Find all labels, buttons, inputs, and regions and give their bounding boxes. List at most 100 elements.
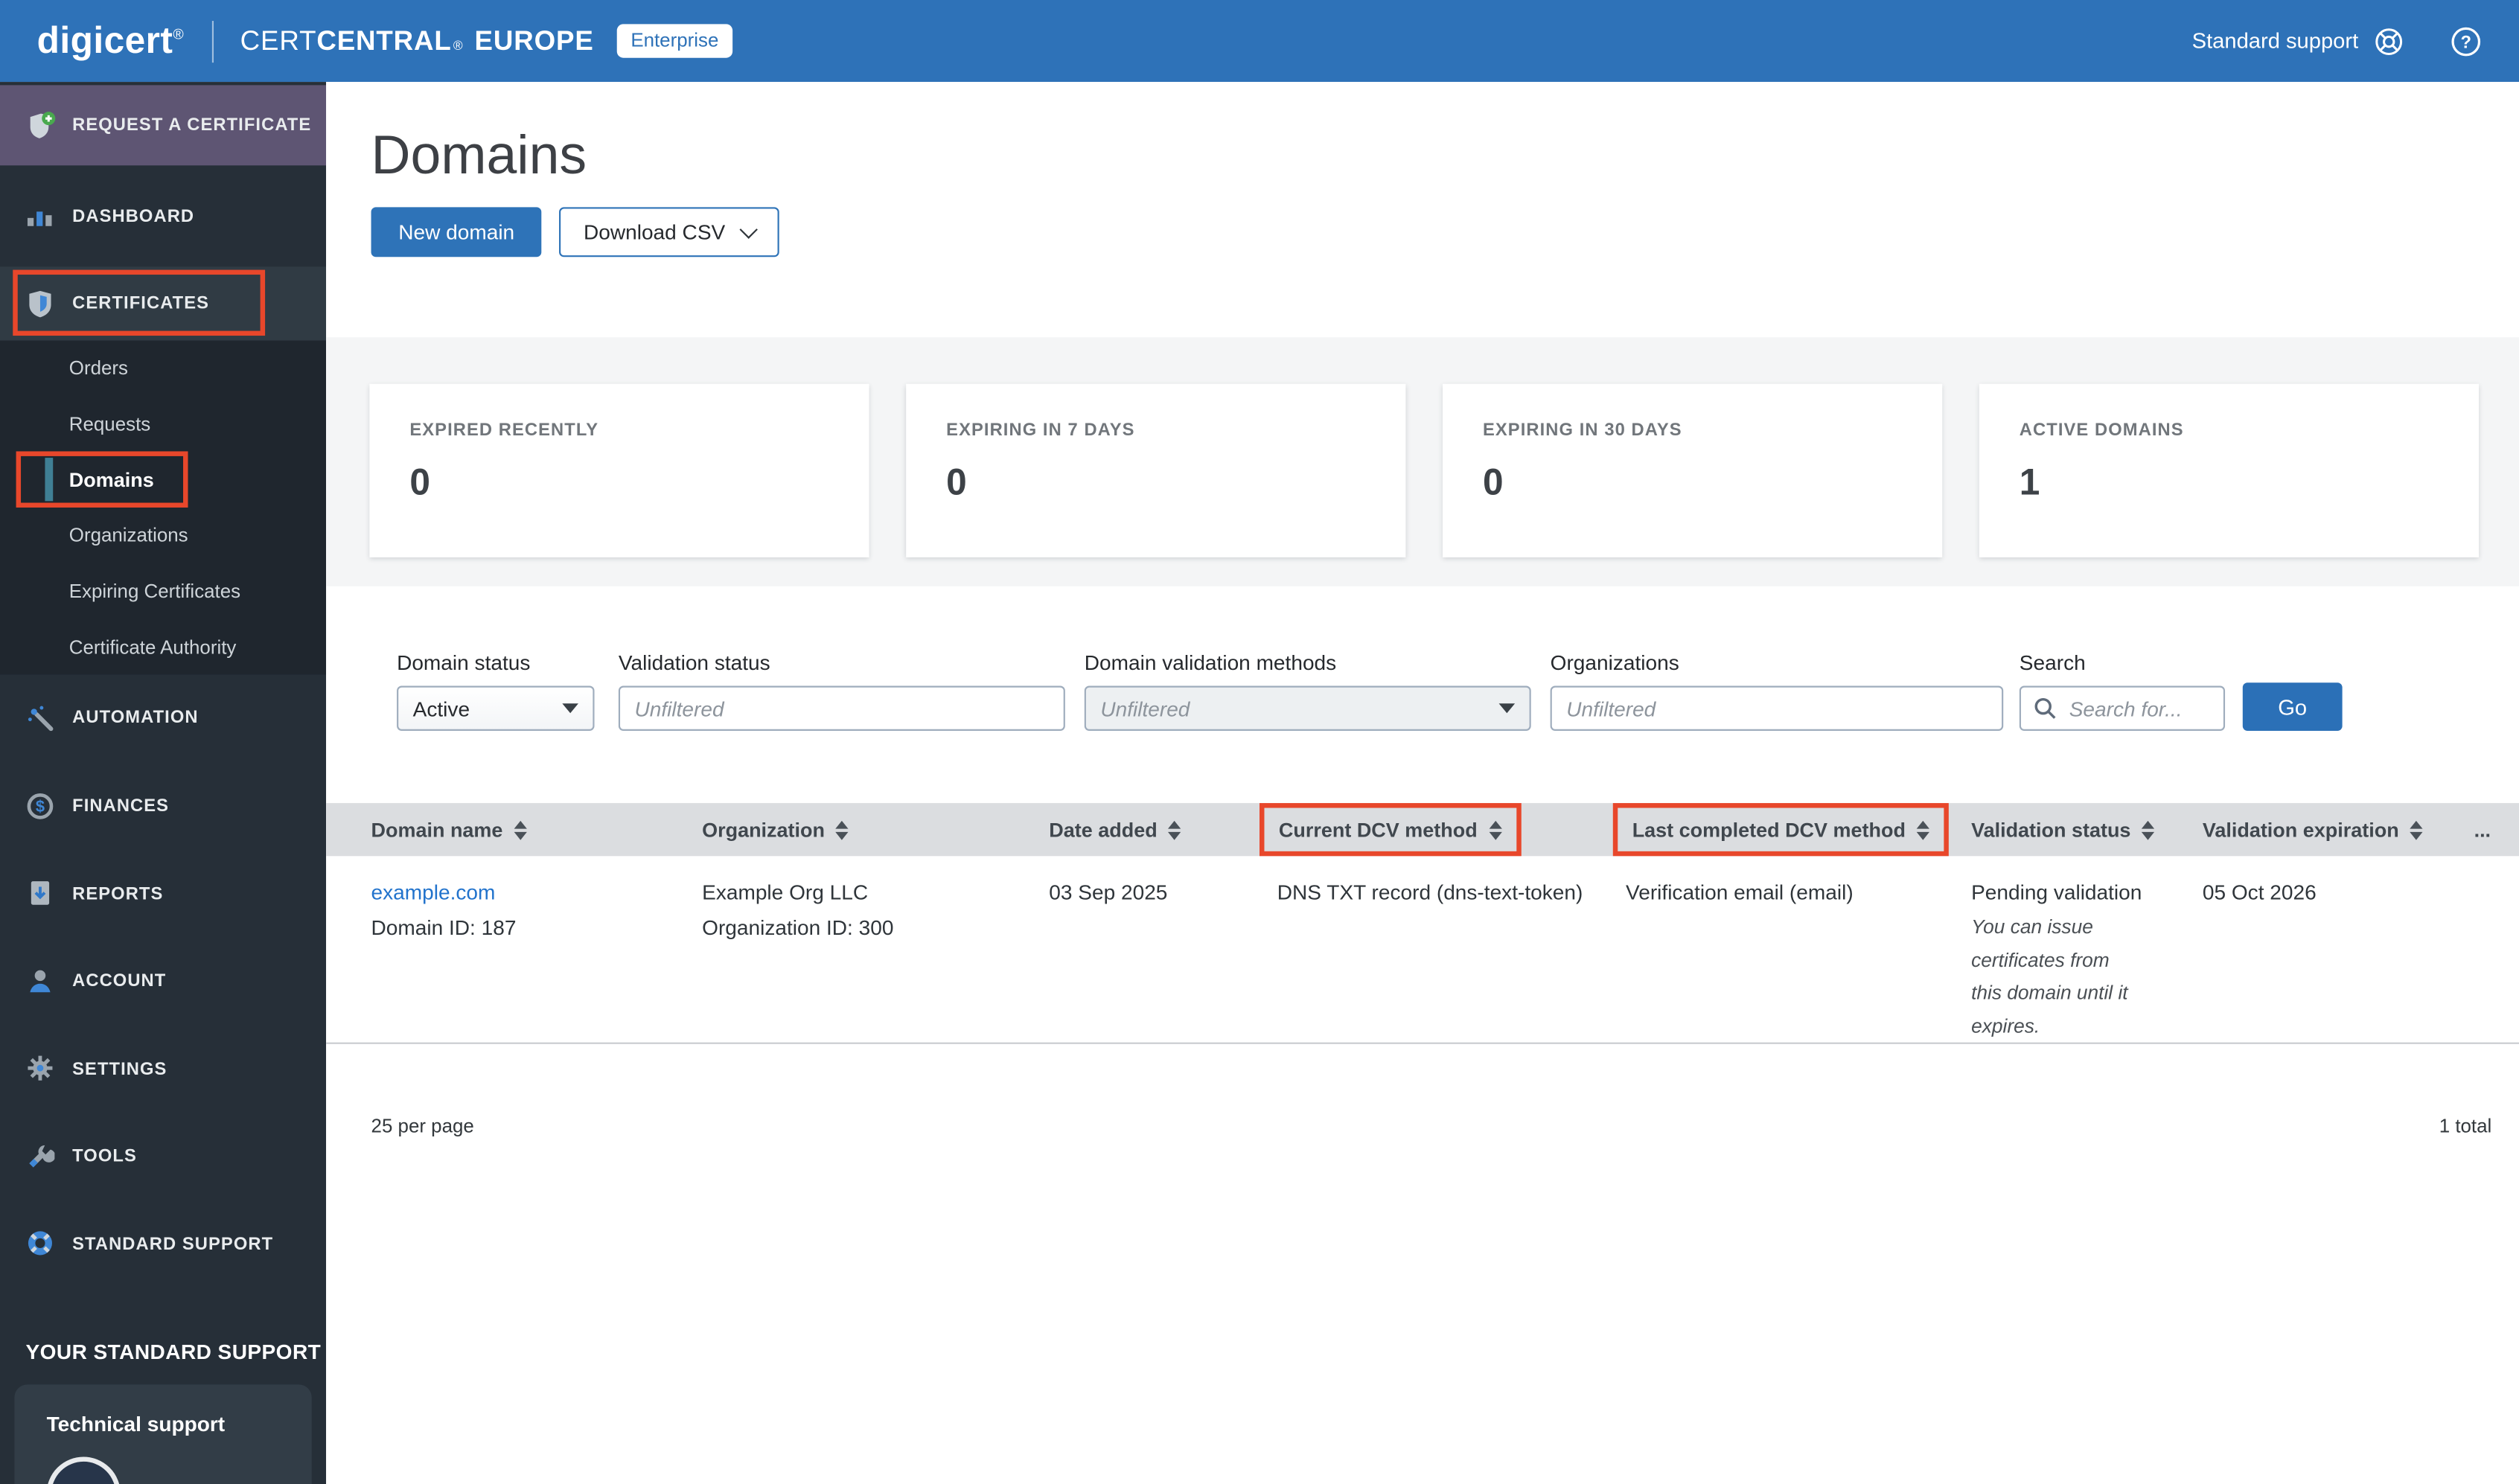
automation-icon	[26, 703, 57, 734]
per-page-control[interactable]: 25 per page	[371, 1115, 474, 1137]
col-organization[interactable]: Organization	[702, 803, 1049, 856]
cell-row-actions	[2474, 877, 2519, 1042]
domain-link[interactable]: example.com	[371, 880, 496, 904]
page-title: Domains	[371, 125, 587, 187]
validation-status-label: Validation status	[618, 650, 770, 675]
col-domain-name[interactable]: Domain name	[371, 803, 703, 856]
finances-label: FINANCES	[72, 796, 170, 816]
sidebar-item-organizations[interactable]: Organizations	[0, 508, 326, 563]
technical-support-card[interactable]: Technical support	[14, 1384, 312, 1484]
stat-card-active-domains: ACTIVE DOMAINS 1	[1979, 383, 2480, 557]
stats-band: EXPIRED RECENTLY 0 EXPIRING IN 7 DAYS 0 …	[326, 337, 2519, 586]
domain-status-select[interactable]: Active	[397, 685, 595, 731]
sort-icon[interactable]	[2142, 819, 2155, 839]
domain-status-value: Active	[412, 696, 470, 720]
sort-icon[interactable]	[836, 819, 849, 839]
sidebar-item-certificates[interactable]: CERTIFICATES	[0, 266, 327, 341]
download-csv-button[interactable]: Download CSV	[559, 207, 780, 258]
sidebar-item-automation[interactable]: AUTOMATION	[0, 675, 326, 763]
svg-text:$: $	[36, 796, 45, 815]
support-section-heading: YOUR STANDARD SUPPORT	[25, 1340, 322, 1364]
sidebar-item-expiring-certificates[interactable]: Expiring Certificates	[0, 563, 326, 619]
requests-label: Requests	[68, 412, 151, 435]
sidebar-item-certificate-authority[interactable]: Certificate Authority	[0, 619, 326, 675]
validation-expiration-value: 05 Oct 2026	[2202, 880, 2317, 905]
validation-status-value: Pending validation	[1971, 880, 2142, 905]
expiring-certificates-label: Expiring Certificates	[68, 580, 241, 603]
col-validation-expiration[interactable]: Validation expiration	[2203, 803, 2474, 856]
sort-icon[interactable]	[1168, 819, 1182, 839]
col-current-dcv-method[interactable]: Current DCV method	[1259, 803, 1626, 857]
dv-methods-select[interactable]: Unfiltered	[1084, 685, 1531, 731]
life-buoy-icon[interactable]	[2373, 25, 2405, 57]
cell-validation-expiration: 05 Oct 2026	[2203, 877, 2474, 1042]
col-label: Current DCV method	[1278, 818, 1478, 841]
request-certificate-label: REQUEST A CERTIFICATE	[72, 115, 312, 135]
reports-label: REPORTS	[72, 884, 164, 904]
reports-icon	[26, 879, 57, 909]
col-label: Last completed DCV method	[1632, 818, 1906, 841]
go-button[interactable]: Go	[2242, 682, 2343, 731]
col-label: Validation expiration	[2202, 818, 2399, 841]
standard-support-nav-label: STANDARD SUPPORT	[72, 1235, 274, 1255]
logo-text: digicert	[36, 19, 173, 62]
col-validation-status[interactable]: Validation status	[1971, 803, 2203, 856]
request-certificate-button[interactable]: REQUEST A CERTIFICATE	[0, 85, 327, 166]
col-date-added[interactable]: Date added	[1049, 803, 1277, 856]
filter-domain-status: Domain status Active	[397, 650, 595, 731]
header-divider	[211, 19, 213, 63]
col-label: Domain name	[371, 818, 503, 841]
digicert-logo[interactable]: digicert®	[37, 19, 185, 63]
sidebar-item-orders[interactable]: Orders	[0, 341, 326, 397]
sidebar-item-dashboard[interactable]: DASHBOARD	[0, 165, 326, 266]
last-dcv-value: Verification email (email)	[1626, 880, 1854, 905]
sidebar-item-account[interactable]: ACCOUNT	[0, 938, 326, 1026]
shield-plus-icon	[26, 110, 57, 141]
filter-search: Search	[2019, 650, 2226, 731]
cell-domain: example.com Domain ID: 187	[371, 877, 703, 1042]
organization-name: Example Org LLC	[702, 880, 869, 905]
col-label: Date added	[1049, 818, 1158, 841]
sidebar-item-standard-support[interactable]: STANDARD SUPPORT	[0, 1201, 326, 1289]
sort-icon[interactable]	[514, 819, 527, 839]
top-bar: digicert® CERT CENTRAL ® EUROPE Enterprise …	[0, 0, 2519, 83]
total-count: 1 total	[2439, 1114, 2492, 1137]
stat-label: EXPIRING IN 30 DAYS	[1482, 420, 1682, 441]
stat-card-expired-recently: EXPIRED RECENTLY 0	[369, 383, 869, 557]
dashboard-icon	[26, 201, 57, 231]
sort-icon[interactable]	[1488, 819, 1502, 839]
dv-methods-value: Unfiltered	[1100, 696, 1190, 720]
technical-support-title: Technical support	[46, 1412, 226, 1437]
chevron-down-icon	[740, 220, 759, 239]
sidebar-item-tools[interactable]: TOOLS	[0, 1113, 326, 1201]
sidebar-item-requests[interactable]: Requests	[0, 396, 326, 452]
brand-reg: ®	[453, 37, 464, 53]
new-domain-button[interactable]: New domain	[371, 207, 542, 258]
sidebar-item-domains[interactable]: Domains	[0, 452, 326, 508]
action-buttons: New domain Download CSV	[371, 207, 2519, 258]
table-row: example.com Domain ID: 187 Example Org L…	[326, 856, 2519, 1044]
stat-value: 0	[946, 461, 967, 503]
stat-value: 1	[2019, 461, 2040, 503]
col-more[interactable]: ...	[2474, 803, 2519, 856]
domain-id: Domain ID: 187	[371, 915, 517, 940]
sort-icon[interactable]	[2410, 819, 2424, 839]
cell-organization: Example Org LLC Organization ID: 300	[702, 877, 1049, 1042]
certificate-authority-label: Certificate Authority	[68, 636, 237, 659]
stat-value: 0	[1482, 461, 1504, 503]
brand-cert: CERT	[240, 25, 317, 56]
validation-status-input[interactable]	[618, 685, 1065, 731]
organizations-input[interactable]	[1550, 685, 2004, 731]
sidebar-item-reports[interactable]: REPORTS	[0, 850, 326, 938]
sidebar-item-settings[interactable]: SETTINGS	[0, 1026, 326, 1113]
col-last-completed-dcv-method[interactable]: Last completed DCV method	[1612, 803, 1971, 857]
brand-region: EUROPE	[474, 25, 594, 56]
sort-icon[interactable]	[1917, 819, 1930, 839]
certificates-submenu: Orders Requests Domains Organizations Ex…	[0, 340, 327, 675]
finances-icon: $	[26, 791, 57, 822]
sidebar-item-finances[interactable]: $ FINANCES	[0, 763, 326, 851]
table-header: Domain name Organization Date added Curr…	[326, 803, 2519, 857]
help-icon[interactable]: ?	[2450, 25, 2482, 57]
account-icon	[26, 967, 57, 997]
annotation-box-current-dcv: Current DCV method	[1259, 803, 1521, 857]
